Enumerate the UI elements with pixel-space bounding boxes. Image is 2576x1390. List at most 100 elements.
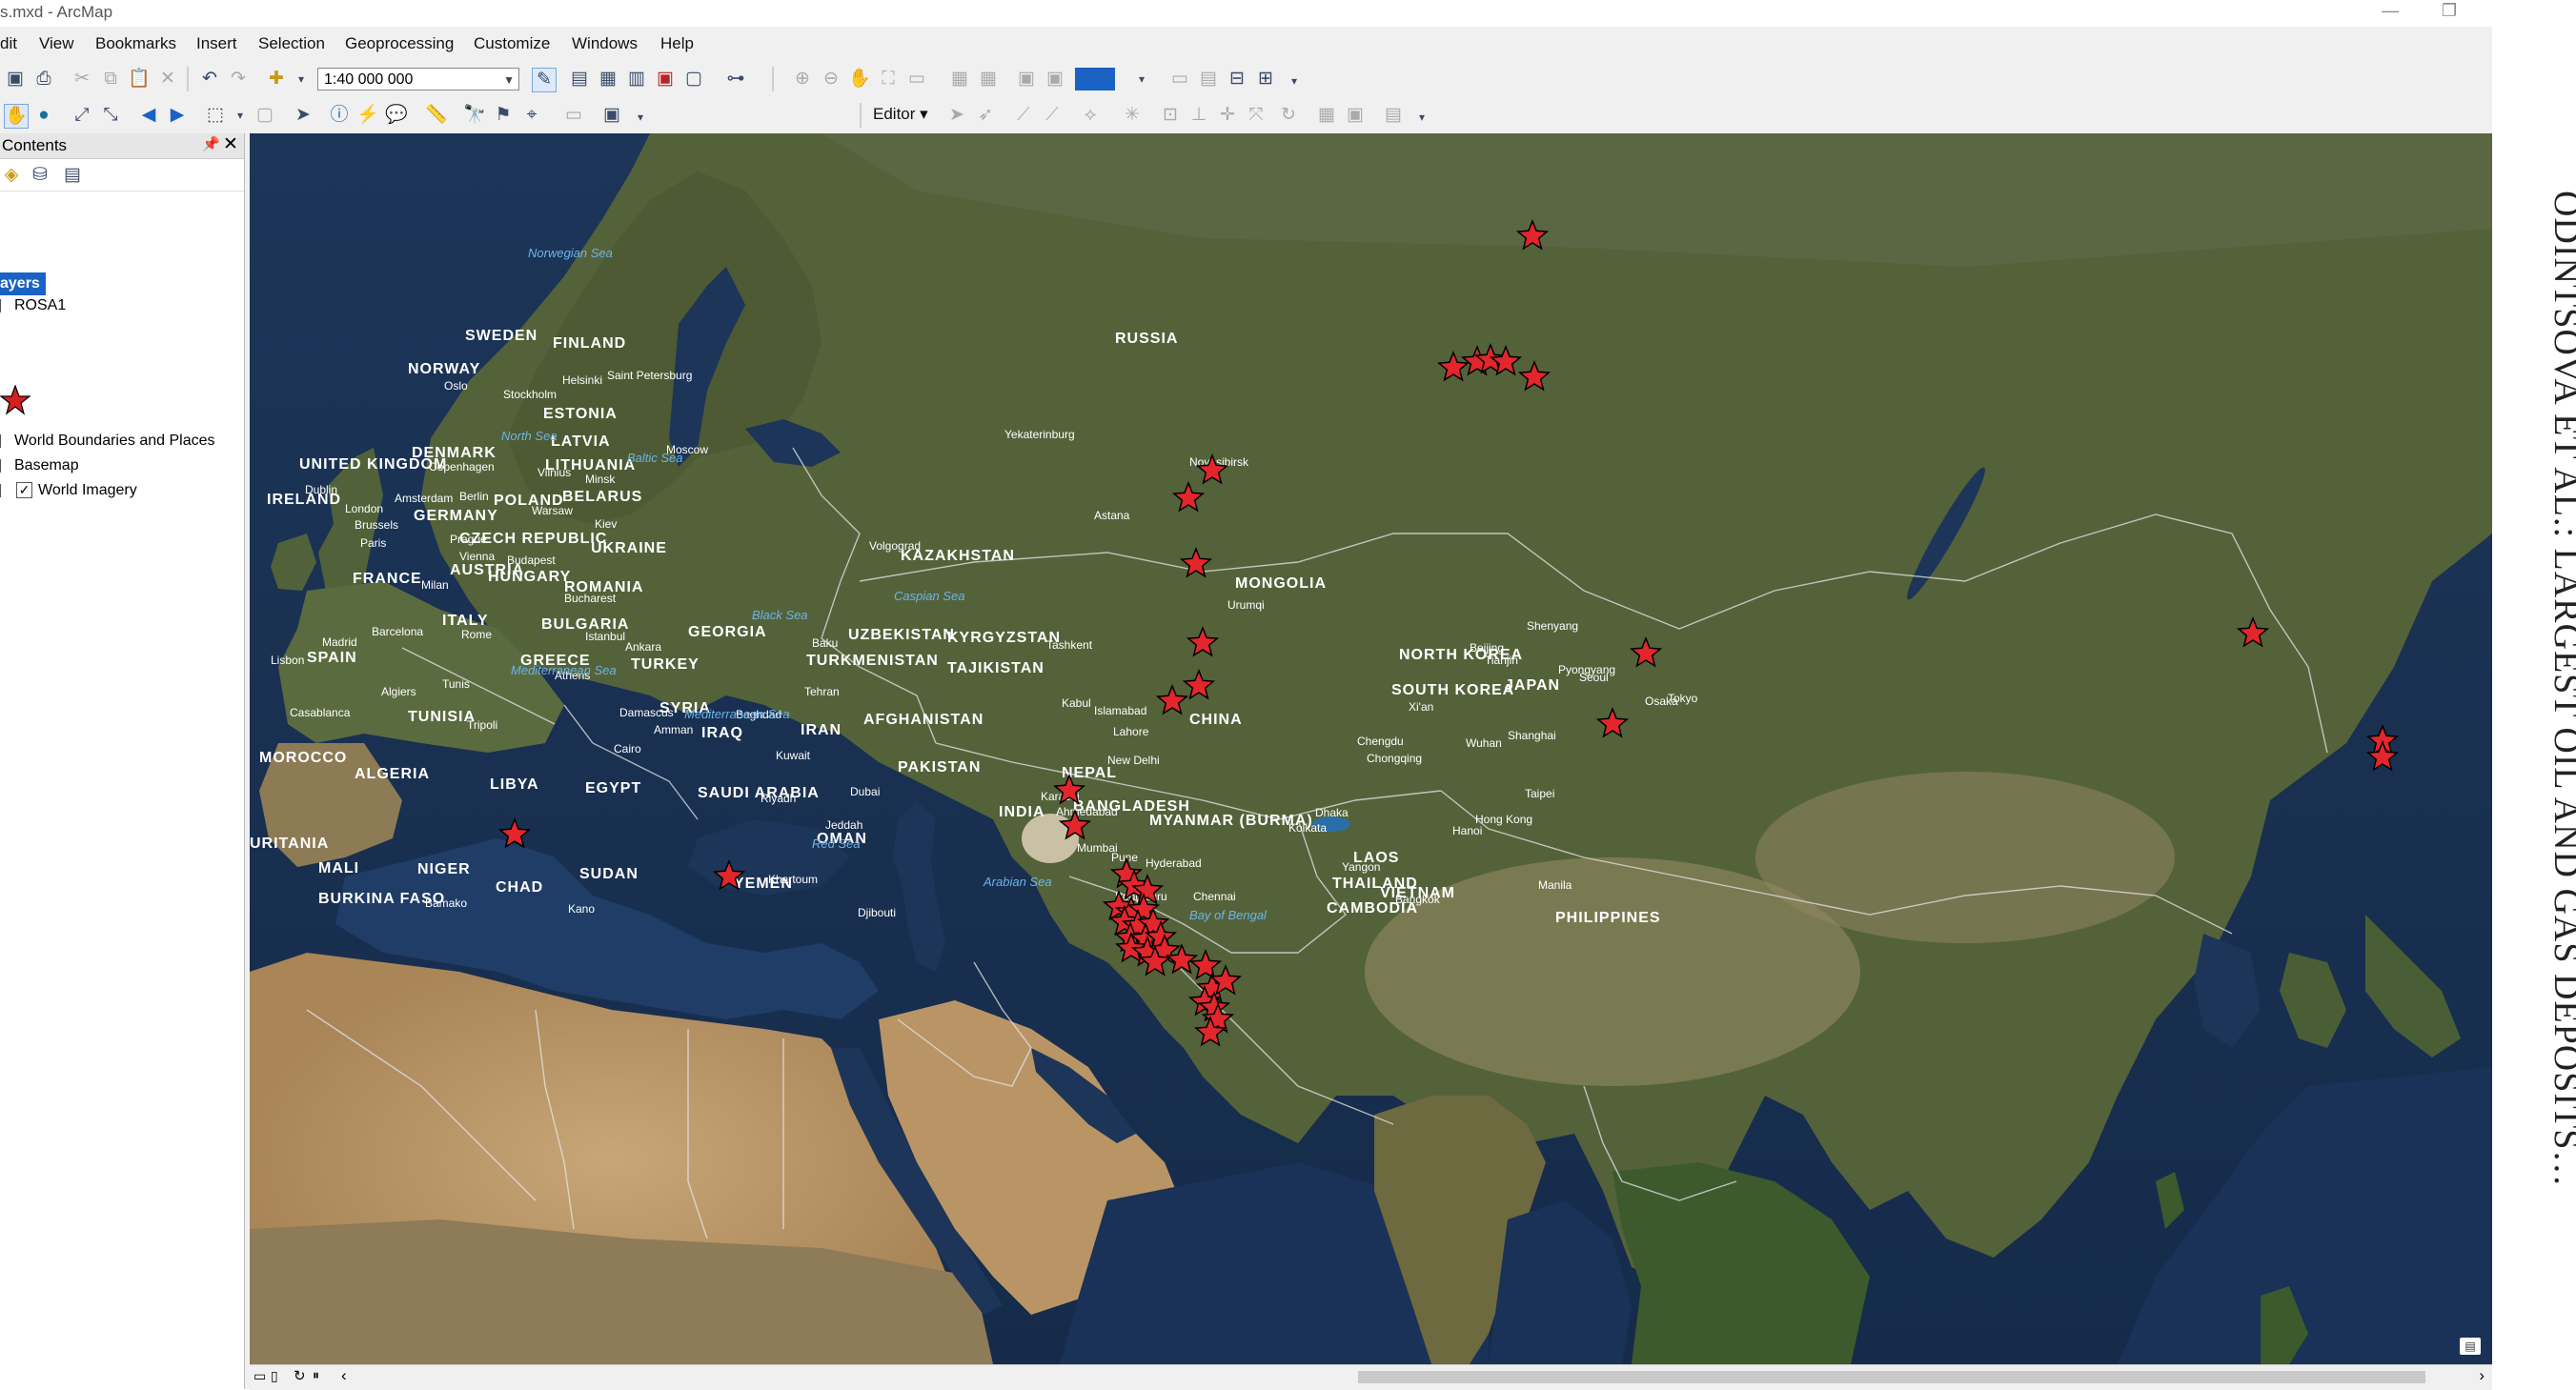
arctoolbox-icon[interactable]: ▣ [654,68,677,91]
fixed-zoom-in-icon[interactable]: ⤢ [71,104,93,127]
color-swatch-icon[interactable]: ■ [1075,68,1115,91]
minimize-icon[interactable]: — [2368,0,2412,23]
edit-vertices-icon[interactable]: ⊡ [1159,104,1182,127]
layout-grid-icon[interactable]: ▦ [977,68,1000,91]
cut-polygons-icon[interactable]: ✛ [1216,104,1239,127]
undo-icon[interactable]: ↶ [198,68,221,91]
identify-icon[interactable]: ⓘ [328,104,351,127]
table-icon[interactable]: ▤ [568,68,591,91]
toolbar-overflow-icon[interactable]: ▾ [1283,70,1306,92]
model-builder-icon[interactable]: ⊶ [724,68,747,91]
cut-icon[interactable]: ✂ [71,68,93,91]
forward-extent-icon[interactable]: ▶ [166,104,189,127]
menu-insert[interactable]: Insert [196,34,237,53]
map-legend-toggle-icon[interactable]: ▤ [2460,1338,2481,1355]
rotate-icon[interactable]: ↻ [1277,104,1300,127]
options-icon[interactable]: ▤ [61,164,84,187]
full-extent-layout-icon[interactable]: ⛶ [877,68,900,91]
menu-bookmarks[interactable]: Bookmarks [95,34,176,53]
list-by-source-icon[interactable]: ⛁ [29,164,51,187]
redo-icon[interactable]: ↷ [227,68,250,91]
close-icon[interactable]: ✕ [223,133,238,155]
menu-help[interactable]: Help [660,34,694,53]
pan-layout-icon[interactable]: ✋ [848,68,871,91]
print-icon[interactable]: ⎙ [32,68,55,91]
full-extent-icon[interactable]: ● [32,104,55,127]
split-icon[interactable]: ⤧ [1245,104,1268,127]
python-window-icon[interactable]: ▢ [682,68,705,91]
fixed-zoom-out-icon[interactable]: ⤡ [99,104,122,127]
catalog-icon[interactable]: ▦ [597,68,619,91]
menu-geoprocessing[interactable]: Geoprocessing [345,34,454,53]
layer-rosa1[interactable]: ROSA1 [0,297,66,314]
copy-icon[interactable]: ⧉ [99,68,122,91]
toolbar-overflow-icon[interactable]: ▾ [1410,106,1433,129]
layer-world-boundaries[interactable]: World Boundaries and Places [0,433,215,450]
map-canvas[interactable]: RUSSIA SWEDEN FINLAND NORWAY ESTONIA LAT… [250,133,2492,1364]
search-window-icon[interactable]: ▥ [625,68,648,91]
chevron-down-icon[interactable]: ▾ [290,68,313,91]
data-view-icon[interactable]: ▭ [254,1368,266,1384]
refresh-icon[interactable]: ↻ [294,1367,306,1384]
menu-selection[interactable]: Selection [258,34,325,53]
select-features-icon[interactable]: ⬚ [204,104,227,127]
page-layout-icon[interactable]: ▭ [1168,68,1191,91]
scroll-right-icon[interactable]: › [2479,1366,2485,1385]
pause-drawing-icon[interactable]: ⏸ [313,1367,319,1383]
go-to-xy-icon[interactable]: ⌖ [520,104,543,127]
map-scale-combo[interactable]: 1:40 000 000 ▼ [317,68,519,91]
reshape-icon[interactable]: ⊥ [1187,104,1210,127]
zoom-whole-page-icon[interactable]: ▭ [905,68,928,91]
layer-world-imagery[interactable]: ✓ World Imagery [0,482,137,499]
edit-annotation-icon[interactable]: ➶ [974,104,997,127]
layers-data-frame[interactable]: ayers [0,272,46,295]
paste-icon[interactable]: 📋 [128,68,151,91]
layout-tool-icon[interactable]: ▣ [1044,68,1066,91]
map-view[interactable]: RUSSIA SWEDEN FINLAND NORWAY ESTONIA LAT… [250,133,2492,1364]
menu-view[interactable]: View [39,34,74,53]
point-icon[interactable]: ✳ [1121,104,1144,127]
menu-customize[interactable]: Customize [474,34,550,53]
attributes-icon[interactable]: ▦ [1315,104,1338,127]
layer-visibility-checkbox[interactable]: ✓ [16,482,32,499]
chevron-down-icon[interactable]: ▾ [1130,68,1153,91]
grid-icon[interactable]: ▦ [948,68,971,91]
create-features-icon[interactable]: ▤ [1382,104,1405,127]
edit-tool-icon[interactable]: ➤ [945,104,968,127]
data-view-icon[interactable]: ⊞ [1254,68,1277,91]
horizontal-scrollbar-thumb[interactable] [1358,1371,2425,1383]
editor-menu[interactable]: Editor ▾ [873,105,928,124]
select-elements-icon[interactable]: ➤ [292,104,314,127]
editor-toolbar-icon[interactable]: ✎ [532,68,557,92]
chevron-down-icon[interactable]: ▾ [229,104,252,127]
time-slider-icon[interactable]: ▭ [562,104,585,127]
clear-selection-icon[interactable]: ▢ [254,104,276,127]
pin-icon[interactable]: 📌 [202,135,220,152]
back-extent-icon[interactable]: ◀ [137,104,160,127]
hyperlink-icon[interactable]: ⚡ [356,104,379,127]
scroll-left-icon[interactable]: ‹ [341,1366,347,1385]
end-point-arc-icon[interactable]: ⟋ [1041,104,1064,127]
list-by-drawing-order-icon[interactable]: ◈ [0,164,23,187]
save-icon[interactable]: ▣ [4,68,27,91]
create-viewer-icon[interactable]: ▣ [600,104,623,127]
page-setup-icon[interactable]: ▤ [1197,68,1220,91]
layout-view-icon[interactable]: ▯ [271,1368,278,1384]
sketch-properties-icon[interactable]: ▣ [1344,104,1367,127]
zoom-in-fixed-icon[interactable]: ⊕ [791,68,814,91]
layout-view-icon[interactable]: ⊟ [1226,68,1248,91]
pan-icon[interactable]: ✋ [4,104,29,129]
straight-segment-icon[interactable]: ⟋ [1012,104,1035,127]
trace-icon[interactable]: ⟡ [1079,104,1102,127]
html-popup-icon[interactable]: 💬 [385,104,408,127]
toolbar-overflow-icon[interactable]: ▾ [629,106,652,129]
layer-basemap[interactable]: Basemap [0,457,79,474]
add-data-icon[interactable]: ✚ [265,68,288,91]
layout-tool-icon[interactable]: ▣ [1015,68,1038,91]
chevron-down-icon[interactable]: ▼ [503,69,515,91]
delete-icon[interactable]: ✕ [156,68,179,91]
zoom-out-fixed-icon[interactable]: ⊖ [820,68,842,91]
find-icon[interactable]: 🔭 [463,104,486,127]
menu-edit[interactable]: dit [0,34,17,53]
restore-icon[interactable]: ❐ [2427,0,2471,23]
